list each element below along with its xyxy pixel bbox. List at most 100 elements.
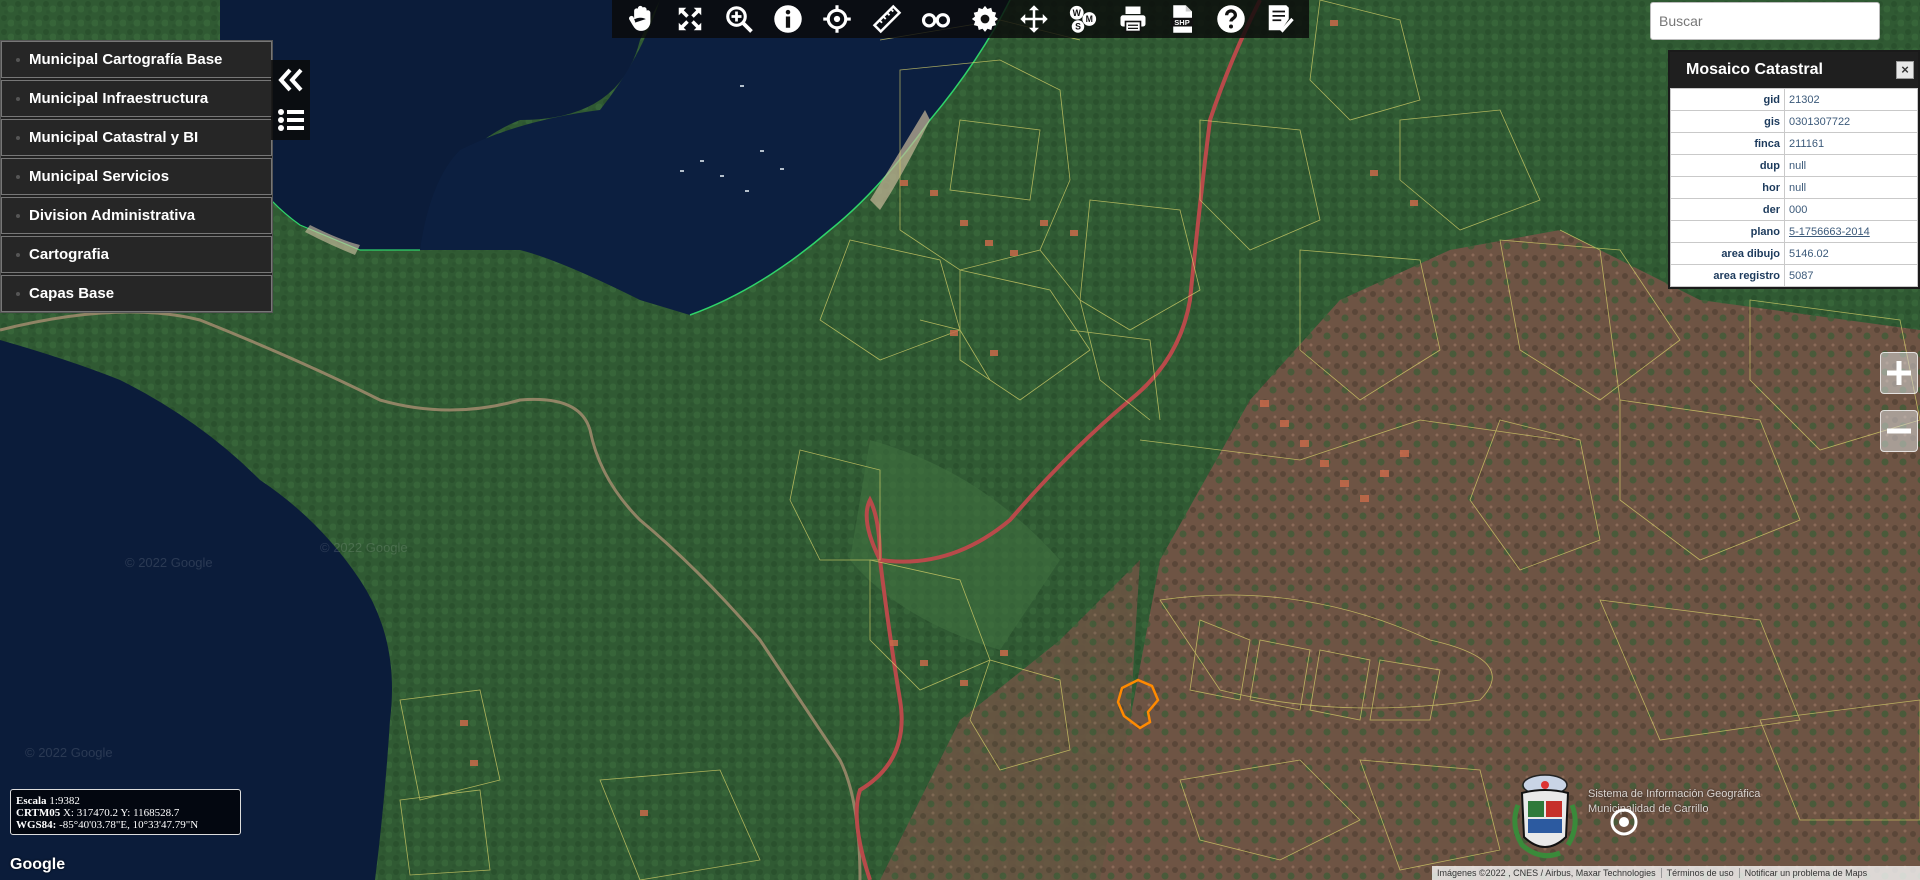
plano-link[interactable]: 5-1756663-2014 [1789, 226, 1870, 238]
streetview-button[interactable] [914, 0, 958, 38]
svg-text:W: W [1073, 8, 1082, 18]
move-button[interactable] [1012, 0, 1056, 38]
attribute-key: area dibujo [1670, 242, 1785, 265]
pan-tool-button[interactable] [619, 0, 663, 38]
layer-group-label: Municipal Cartografía Base [29, 51, 223, 68]
crtm-line: CRTM05 X: 317470.2 Y: 1168528.7 [16, 807, 240, 819]
ruler-icon [872, 4, 901, 34]
attribute-key: area registro [1670, 264, 1785, 287]
measure-button[interactable] [865, 0, 909, 38]
binoculars-icon [921, 13, 950, 28]
close-icon[interactable]: × [1896, 61, 1914, 79]
location-target-icon[interactable] [1610, 808, 1638, 836]
layer-group-capas-base[interactable]: Capas Base [1, 275, 272, 312]
wms-button[interactable]: WMS [1061, 0, 1105, 38]
attribute-value: 0301307722 [1784, 110, 1918, 133]
zoom-out-button[interactable] [1880, 410, 1918, 452]
svg-text:S: S [1076, 22, 1082, 32]
wgs-label: WGS84: [16, 819, 57, 831]
attribute-key: gid [1670, 88, 1785, 111]
table-row: gid 21302 [1670, 88, 1918, 111]
attribute-key: gis [1670, 110, 1785, 133]
zoom-in-button[interactable] [1880, 352, 1918, 394]
gear-icon [971, 5, 999, 32]
side-controls [271, 60, 310, 140]
info-icon [774, 5, 802, 33]
table-row: area dibujo 5146.02 [1670, 242, 1918, 265]
attribute-key: hor [1670, 176, 1785, 199]
main-toolbar: WMS SHP [612, 0, 1309, 38]
double-chevron-left-icon [277, 68, 302, 92]
settings-button[interactable] [963, 0, 1007, 38]
table-row: area registro 5087 [1670, 264, 1918, 287]
crtm-label: CRTM05 [16, 807, 61, 819]
coordinate-readout: Escala 1:9382 CRTM05 X: 317470.2 Y: 1168… [10, 789, 241, 835]
bullet-icon [16, 58, 20, 62]
layer-group-label: Municipal Catastral y BI [29, 129, 199, 146]
checklist-icon [1268, 5, 1294, 33]
table-row: der 000 [1670, 198, 1918, 221]
map-watermark: © 2022 Google [320, 540, 408, 555]
feature-info-panel: Mosaico Catastral × gid 21302 gis 03013077… [1668, 50, 1920, 289]
identify-button[interactable] [766, 0, 810, 38]
collapse-menu-button[interactable] [271, 60, 310, 100]
report-problem-link[interactable]: Notificar un problema de Maps [1740, 868, 1873, 878]
print-button[interactable] [1111, 0, 1155, 38]
crosshair-icon [823, 5, 852, 33]
attribute-value: 211161 [1784, 132, 1918, 155]
move-arrows-icon [1020, 5, 1048, 33]
layer-group-municipal-cartografia-base[interactable]: Municipal Cartografía Base [1, 41, 272, 78]
attribute-key: der [1670, 198, 1785, 221]
table-row: dup null [1670, 154, 1918, 177]
legend-list-button[interactable] [271, 100, 310, 140]
svg-text:M: M [1086, 14, 1093, 24]
bullet-icon [16, 292, 20, 296]
help-icon [1217, 5, 1245, 33]
layer-group-municipal-infraestructura[interactable]: Municipal Infraestructura [1, 80, 272, 117]
google-logo[interactable]: Google [10, 856, 65, 874]
table-row: finca 211161 [1670, 132, 1918, 155]
wgs-value: -85°40'03.78"E, 10°33'47.79"N [59, 819, 199, 831]
help-button[interactable] [1209, 0, 1253, 38]
attribute-value-cell: 5-1756663-2014 [1784, 220, 1918, 243]
wms-icon: WMS [1070, 5, 1097, 33]
full-extent-button[interactable] [668, 0, 712, 38]
layer-menu: Municipal Cartografía Base Municipal Inf… [0, 40, 273, 313]
terms-link[interactable]: Términos de uso [1662, 868, 1740, 878]
bullet-icon [16, 97, 20, 101]
search-input[interactable] [1650, 2, 1880, 40]
hand-icon [628, 5, 650, 31]
attribute-value: null [1784, 154, 1918, 177]
report-button[interactable] [1258, 0, 1302, 38]
table-row: gis 0301307722 [1670, 110, 1918, 133]
attribute-value: 5087 [1784, 264, 1918, 287]
layer-group-municipal-servicios[interactable]: Municipal Servicios [1, 158, 272, 195]
shp-file-icon: SHP [1170, 5, 1194, 33]
attribute-value: 000 [1784, 198, 1918, 221]
shp-button[interactable]: SHP [1160, 0, 1204, 38]
attribute-key: plano [1670, 220, 1785, 243]
layer-group-division-administrativa[interactable]: Division Administrativa [1, 197, 272, 234]
attribute-value: 5146.02 [1784, 242, 1918, 265]
magnifier-plus-icon [726, 6, 753, 33]
list-icon [277, 109, 304, 131]
table-row: plano 5-1756663-2014 [1670, 220, 1918, 243]
zoom-in-button[interactable] [717, 0, 761, 38]
map-watermark: © 2022 Google [125, 555, 213, 570]
municipal-seal-logo [1512, 774, 1578, 859]
layer-group-label: Cartografia [29, 246, 110, 263]
logo-text-line: Sistema de Información Geográfica [1588, 788, 1761, 800]
info-panel-title: Mosaico Catastral [1686, 61, 1823, 78]
scale-value: 1:9382 [49, 795, 80, 807]
wgs-line: WGS84: -85°40'03.78"E, 10°33'47.79"N [16, 819, 240, 831]
attribute-table: gid 21302 gis 0301307722 finca 211161 dup nu… [1670, 88, 1918, 287]
layer-group-cartografia[interactable]: Cartografia [1, 236, 272, 273]
imagery-credit: Imágenes ©2022 , CNES / Airbus, Maxar Te… [1432, 868, 1662, 878]
locate-button[interactable] [815, 0, 859, 38]
bullet-icon [16, 253, 20, 257]
map-watermark: © 2022 Google [25, 745, 113, 760]
expand-icon [678, 7, 702, 31]
scale-line: Escala 1:9382 [16, 795, 240, 807]
attribute-key: dup [1670, 154, 1785, 177]
layer-group-municipal-catastral[interactable]: Municipal Catastral y BI [1, 119, 272, 156]
